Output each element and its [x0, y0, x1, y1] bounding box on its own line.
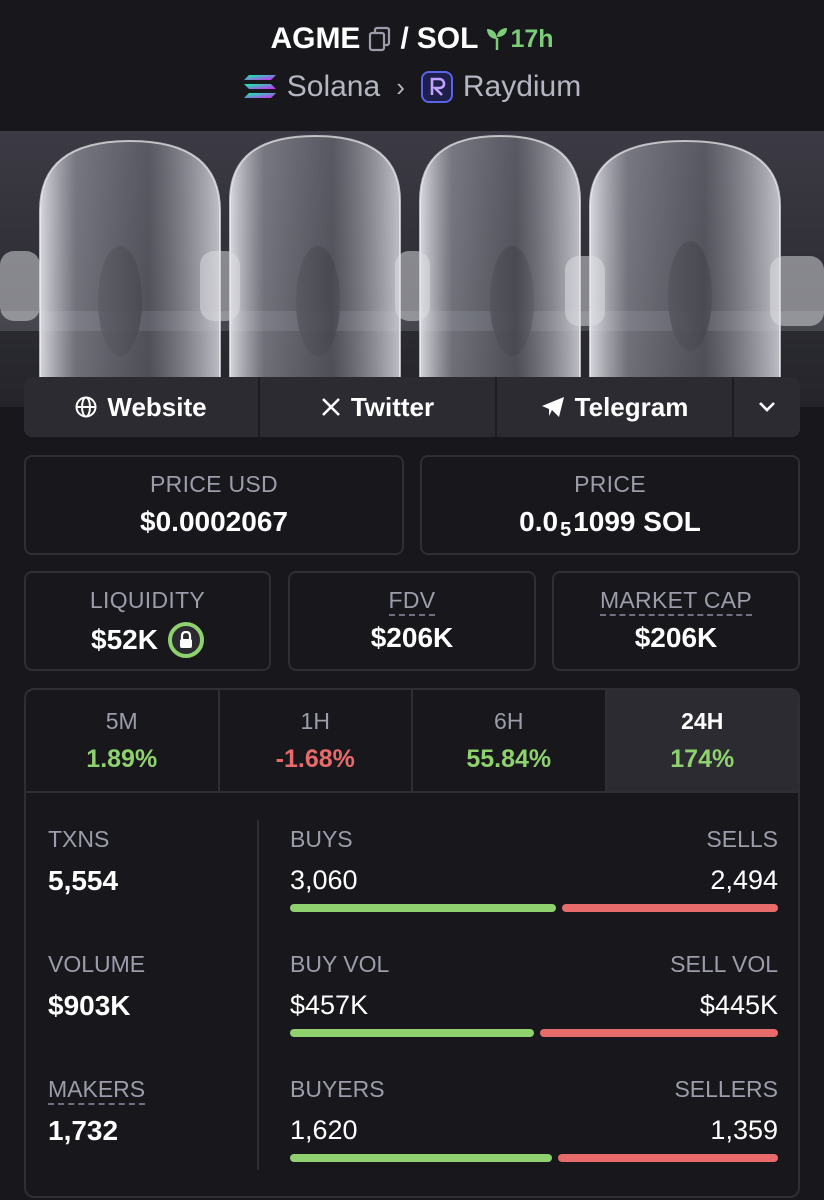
sellers-bar — [558, 1154, 778, 1162]
telegram-label: Telegram — [574, 391, 689, 422]
twitter-label: Twitter — [350, 391, 435, 422]
chevron-right-icon: › — [396, 71, 405, 102]
sellers-value: 1,359 — [710, 1115, 778, 1145]
quote-token-symbol: SOL — [416, 22, 479, 55]
price-usd-card: PRICE USD $0.0002067 — [24, 455, 404, 555]
chevron-down-icon — [759, 402, 775, 412]
liquidity-value-row: $52K — [26, 622, 269, 658]
social-links-bar: Website Twitter Telegram — [24, 377, 800, 437]
volume-label: VOLUME — [48, 951, 146, 977]
tab-24h-change: 174% — [670, 745, 735, 773]
base-token-symbol: AGME — [270, 22, 361, 55]
website-label: Website — [107, 391, 207, 422]
tab-6h-label: 6H — [494, 708, 524, 734]
market-cap-card: MARKET CAP $206K — [552, 571, 800, 671]
tab-1h[interactable]: 1H -1.68% — [220, 690, 413, 791]
more-links-button[interactable] — [734, 377, 800, 437]
price-usd-value: $0.0002067 — [140, 506, 288, 537]
price-native-zero-count: 5 — [560, 518, 572, 541]
buyers-label: BUYERS — [290, 1076, 385, 1102]
copy-icon[interactable] — [368, 26, 392, 52]
price-native-prefix: 0.0 — [519, 506, 559, 537]
tab-1h-label: 1H — [300, 708, 330, 734]
raydium-logo-icon — [420, 71, 453, 103]
fdv-value: $206K — [370, 622, 454, 653]
buys-value: 3,060 — [290, 865, 358, 895]
sellers-label: SELLERS — [674, 1076, 778, 1102]
buys-sells-row: BUYS SELLS 3,060 2,494 — [290, 826, 778, 912]
twitter-button[interactable]: Twitter — [260, 377, 497, 437]
token-banner-image — [0, 131, 824, 407]
fdv-label[interactable]: FDV — [388, 587, 436, 616]
price-native-value: 0.0 5 1099 SOL — [422, 506, 798, 541]
sell-vol-bar — [540, 1029, 778, 1037]
tab-5m-label: 5M — [105, 708, 138, 734]
globe-icon — [75, 396, 97, 418]
buyers-value: 1,620 — [290, 1115, 358, 1145]
dex-link[interactable]: Raydium — [463, 70, 581, 104]
buyers-sellers-row: BUYERS SELLERS 1,620 1,359 — [290, 1076, 778, 1162]
pair-separator: / — [400, 22, 409, 55]
sell-vol-value: $445K — [699, 990, 778, 1020]
trading-stats-panel: 5M 1.89% 1H -1.68% 6H 55.84% 24H 174% TX… — [24, 688, 800, 1198]
volume-split-row: BUY VOL SELL VOL $457K $445K — [290, 951, 778, 1037]
price-usd-label: PRICE USD — [150, 471, 278, 497]
buy-vol-bar — [290, 1029, 534, 1037]
market-cap-label[interactable]: MARKET CAP — [599, 587, 753, 616]
buys-bar — [290, 904, 556, 912]
pair-age: 17h — [486, 24, 554, 54]
solana-logo-icon — [243, 75, 276, 98]
makers-label[interactable]: MAKERS — [48, 1076, 146, 1105]
buy-vol-label: BUY VOL — [290, 951, 390, 977]
telegram-button[interactable]: Telegram — [497, 377, 734, 437]
website-button[interactable]: Website — [24, 377, 260, 437]
buy-vol-value: $457K — [290, 990, 369, 1020]
liquidity-card: LIQUIDITY $52K — [24, 571, 271, 671]
tab-1h-change: -1.68% — [275, 745, 355, 773]
tab-5m[interactable]: 5M 1.89% — [26, 690, 220, 791]
timeframe-tabs: 5M 1.89% 1H -1.68% 6H 55.84% 24H 174% — [26, 690, 798, 793]
pair-title: AGME / SOL 17h — [0, 22, 824, 56]
makers-metric: MAKERS 1,732 — [48, 1076, 146, 1147]
price-native-suffix: 1099 SOL — [573, 506, 701, 537]
tab-24h-label: 24H — [681, 708, 724, 734]
x-logo-icon — [321, 398, 340, 416]
txns-label: TXNS — [48, 826, 110, 852]
fdv-card: FDV $206K — [288, 571, 536, 671]
breadcrumb: Solana › Raydium — [0, 70, 824, 104]
price-native-card: PRICE 0.0 5 1099 SOL — [420, 455, 800, 555]
liquidity-label: LIQUIDITY — [89, 587, 206, 613]
pair-age-value: 17h — [510, 24, 554, 53]
sells-bar — [562, 904, 778, 912]
sell-vol-label: SELL VOL — [670, 951, 778, 977]
seedling-icon — [487, 28, 508, 50]
tab-6h[interactable]: 6H 55.84% — [413, 690, 607, 791]
txns-metric: TXNS 5,554 — [48, 826, 118, 897]
tab-24h[interactable]: 24H 174% — [606, 690, 798, 791]
liquidity-value: $52K — [91, 624, 158, 655]
pair-header: AGME / SOL 17h Solana › Raydium — [0, 0, 824, 131]
lock-icon[interactable] — [167, 622, 204, 658]
telegram-icon — [541, 397, 564, 417]
txns-value: 5,554 — [48, 865, 119, 896]
market-cap-value: $206K — [634, 622, 718, 653]
tab-5m-change: 1.89% — [86, 745, 158, 773]
buyers-bar — [290, 1154, 552, 1162]
buys-label: BUYS — [290, 826, 353, 852]
sells-label: SELLS — [706, 826, 778, 852]
column-divider — [257, 820, 259, 1170]
tab-6h-change: 55.84% — [466, 745, 552, 773]
volume-value: $903K — [48, 990, 131, 1021]
makers-value: 1,732 — [48, 1115, 119, 1146]
sells-value: 2,494 — [710, 865, 778, 895]
chain-link[interactable]: Solana — [287, 70, 380, 104]
volume-metric: VOLUME $903K — [48, 951, 145, 1022]
price-native-label: PRICE — [574, 471, 646, 497]
